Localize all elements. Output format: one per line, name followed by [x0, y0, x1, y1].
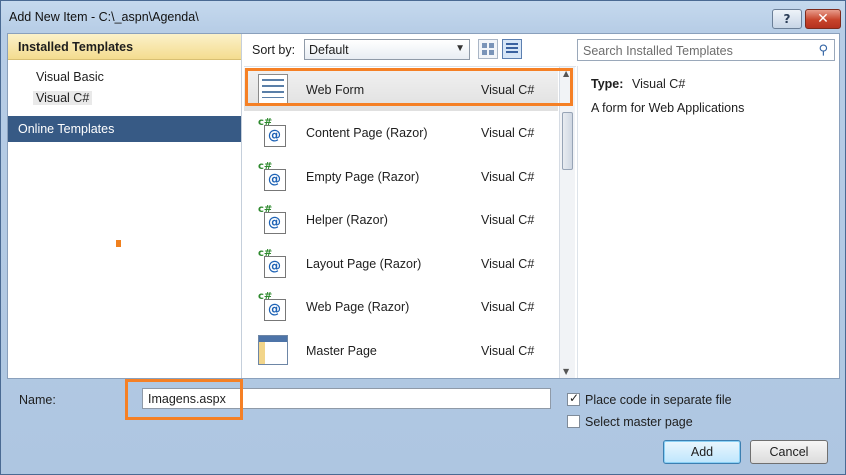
sort-by-value: Default — [309, 43, 349, 57]
place-code-checkbox[interactable] — [567, 391, 580, 406]
select-master-label[interactable]: Select master page — [585, 415, 693, 429]
templates-tree: Installed Templates Visual Basic Visual … — [8, 34, 242, 378]
template-row-content-page[interactable]: c# @ Content Page (Razor) Visual C# — [244, 111, 558, 154]
search-icon[interactable]: ⚲ — [818, 43, 828, 58]
name-label: Name: — [19, 393, 56, 407]
template-row-master-page[interactable]: Master Page Visual C# — [244, 329, 558, 372]
template-lang: Visual C# — [481, 170, 535, 184]
scroll-down-icon[interactable]: ▼ — [563, 367, 569, 376]
sort-by-select[interactable]: Default ▼ — [304, 39, 470, 60]
annotation-marker — [116, 240, 121, 247]
template-description: A form for Web Applications — [591, 101, 745, 115]
type-label: Type: — [591, 77, 624, 91]
cancel-button[interactable]: Cancel — [750, 440, 828, 464]
tree-item-visual-basic[interactable]: Visual Basic — [36, 70, 104, 84]
web-form-highlight-box — [245, 68, 573, 106]
dropdown-arrow-icon: ▼ — [455, 43, 465, 54]
list-view-button[interactable] — [502, 39, 522, 59]
tree-item-visual-csharp[interactable]: Visual C# — [33, 91, 93, 105]
template-lang: Visual C# — [481, 257, 535, 271]
template-row-layout-page[interactable]: c# @ Layout Page (Razor) Visual C# — [244, 242, 558, 285]
medium-icons-view-button[interactable] — [478, 39, 498, 59]
template-name: Helper (Razor) — [306, 213, 388, 227]
window-title: Add New Item - C:\_aspn\Agenda\ — [9, 10, 199, 24]
template-lang: Visual C# — [481, 126, 535, 140]
grid-view-icon — [482, 43, 494, 55]
list-view-icon — [506, 43, 518, 55]
template-row-empty-page[interactable]: c# @ Empty Page (Razor) Visual C# — [244, 155, 558, 198]
add-new-item-dialog: Add New Item - C:\_aspn\Agenda\ ? ✕ Inst… — [0, 0, 846, 475]
master-page-icon — [258, 335, 288, 365]
template-name: Web Page (Razor) — [306, 300, 410, 314]
scroll-thumb[interactable] — [562, 112, 573, 170]
type-value: Visual C# — [632, 77, 686, 91]
installed-templates-header[interactable]: Installed Templates — [8, 34, 241, 60]
search-placeholder: Search Installed Templates — [583, 44, 733, 58]
template-name: Empty Page (Razor) — [306, 170, 420, 184]
name-highlight-box — [125, 379, 243, 420]
online-templates-header[interactable]: Online Templates — [8, 116, 241, 142]
template-lang: Visual C# — [481, 300, 535, 314]
template-list-scrollbar[interactable]: ▲ ▼ — [559, 67, 575, 378]
template-row-helper[interactable]: c# @ Helper (Razor) Visual C# — [244, 198, 558, 241]
razor-page-icon: c# @ — [258, 117, 288, 147]
sort-by-label: Sort by: — [252, 43, 296, 57]
template-lang: Visual C# — [481, 344, 535, 358]
template-list: Web Form Visual C# c# @ Content Page (Raz… — [244, 66, 576, 378]
razor-page-icon: c# @ — [258, 161, 288, 191]
template-details: Type: Visual C# A form for Web Applicati… — [577, 66, 839, 378]
help-button[interactable]: ? — [772, 9, 802, 29]
razor-page-icon: c# @ — [258, 248, 288, 278]
close-button[interactable]: ✕ — [805, 9, 841, 29]
search-templates-input[interactable]: Search Installed Templates ⚲ — [577, 39, 835, 61]
select-master-checkbox[interactable] — [567, 415, 580, 428]
template-name: Master Page — [306, 344, 377, 358]
razor-page-icon: c# @ — [258, 291, 288, 321]
template-name: Layout Page (Razor) — [306, 257, 422, 271]
template-lang: Visual C# — [481, 213, 535, 227]
place-code-label[interactable]: Place code in separate file — [585, 393, 732, 407]
add-button[interactable]: Add — [663, 440, 741, 464]
template-row-web-page[interactable]: c# @ Web Page (Razor) Visual C# — [244, 285, 558, 328]
dialog-content: Installed Templates Visual Basic Visual … — [7, 33, 840, 379]
template-name: Content Page (Razor) — [306, 126, 428, 140]
razor-page-icon: c# @ — [258, 204, 288, 234]
title-bar: Add New Item - C:\_aspn\Agenda\ ? ✕ — [1, 1, 845, 33]
